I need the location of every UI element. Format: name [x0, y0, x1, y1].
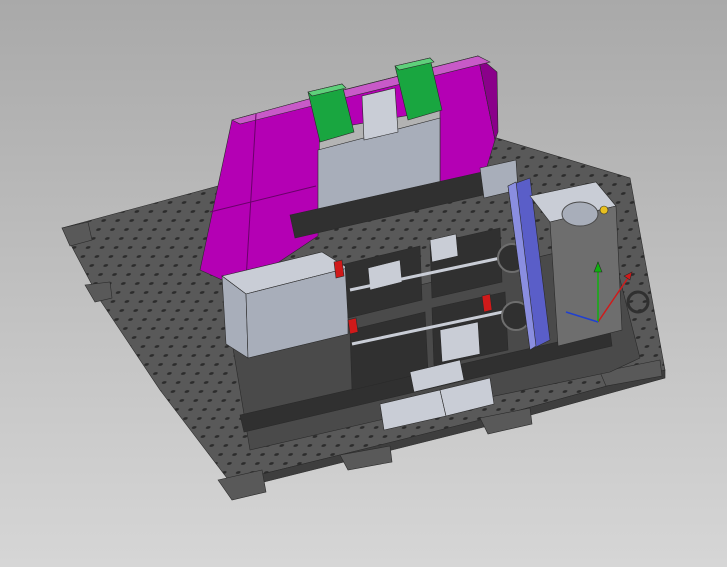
spindle-housing-front — [549, 205, 623, 347]
red-clamp-1 — [333, 259, 345, 279]
3d-viewport[interactable] — [0, 0, 727, 567]
red-clamp-3 — [347, 317, 359, 335]
cad-model-view[interactable] — [0, 0, 727, 567]
column-top-block — [361, 87, 399, 141]
yellow-indicator — [599, 205, 609, 215]
red-clamp-2 — [481, 293, 493, 313]
spindle-drum — [561, 201, 599, 227]
plate-tab-left-2 — [84, 281, 113, 303]
